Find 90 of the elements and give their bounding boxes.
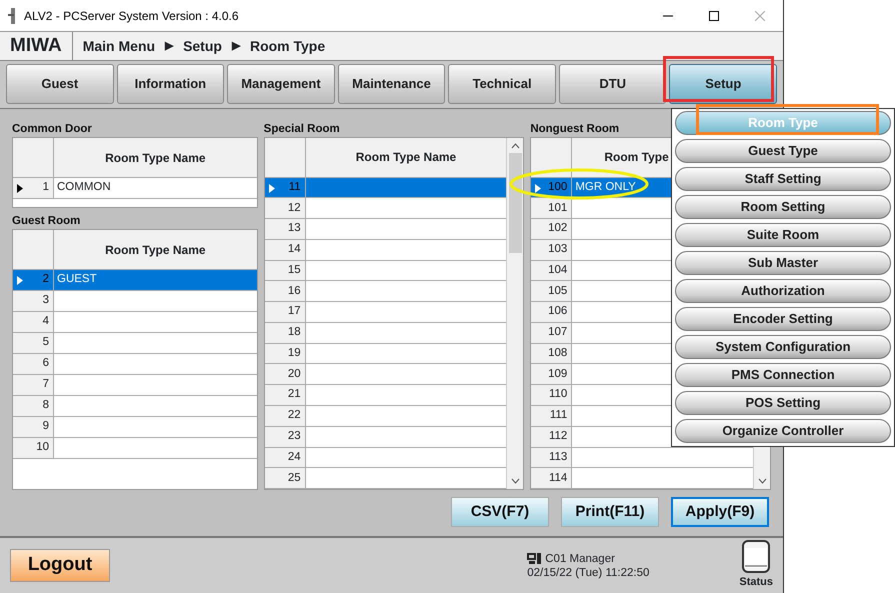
menu-tab[interactable]: Guest bbox=[6, 64, 114, 104]
menu-tab[interactable]: Setup bbox=[669, 64, 778, 104]
table-cell[interactable]: GUEST bbox=[54, 270, 257, 290]
menu-item[interactable]: Encoder Setting bbox=[675, 307, 891, 331]
row-number: 9 bbox=[13, 417, 54, 437]
menu-item[interactable]: PMS Connection bbox=[675, 363, 891, 387]
row-number: 24 bbox=[264, 448, 306, 468]
status-label: Status bbox=[739, 575, 773, 590]
row-number: 18 bbox=[264, 322, 306, 343]
row-number: 22 bbox=[264, 406, 306, 426]
row-number: 25 bbox=[264, 468, 306, 488]
scroll-thumb[interactable] bbox=[508, 153, 522, 253]
row-number: 21 bbox=[264, 385, 306, 405]
breadcrumb-separator: ▶ bbox=[165, 38, 174, 54]
row-number: 104 bbox=[531, 260, 572, 280]
breadcrumb-separator: ▶ bbox=[232, 38, 240, 54]
action-button[interactable]: Print(F11) bbox=[561, 497, 659, 527]
row-number: 105 bbox=[531, 281, 572, 302]
logout-button[interactable]: Logout bbox=[10, 549, 110, 582]
window-title: ALV2 - PCServer System Version : 4.0.6 bbox=[24, 8, 239, 24]
scrollbar[interactable] bbox=[506, 138, 524, 489]
row-number: 1 bbox=[13, 178, 54, 198]
scroll-down-icon[interactable] bbox=[510, 478, 520, 484]
row-number: 102 bbox=[531, 219, 572, 239]
table-cell[interactable] bbox=[306, 178, 506, 198]
breadcrumb-item[interactable]: Setup bbox=[183, 36, 222, 56]
door-lock-icon bbox=[8, 8, 18, 24]
logo: MIWA bbox=[0, 32, 73, 60]
menu-tab[interactable]: DTU bbox=[558, 64, 666, 104]
row-number: 14 bbox=[264, 240, 306, 260]
row-number: 5 bbox=[13, 333, 54, 353]
menu-item[interactable]: Staff Setting bbox=[675, 167, 891, 191]
menu-item[interactable]: Sub Master bbox=[675, 251, 891, 275]
row-number: 114 bbox=[531, 468, 572, 488]
menu-item[interactable]: System Configuration bbox=[675, 335, 891, 359]
section-title: Special Room bbox=[264, 122, 341, 137]
reader-device-icon[interactable] bbox=[740, 540, 772, 574]
action-button[interactable]: Apply(F9) bbox=[671, 497, 769, 527]
scroll-down-icon[interactable] bbox=[758, 478, 766, 484]
row-number: 19 bbox=[264, 344, 306, 364]
table-cell[interactable]: COMMON bbox=[54, 178, 257, 198]
row-number: 12 bbox=[264, 198, 306, 218]
maximize-icon bbox=[709, 10, 719, 20]
menu-tab[interactable]: Information bbox=[116, 64, 224, 104]
menu-item[interactable]: Suite Room bbox=[675, 223, 891, 247]
row-number: 103 bbox=[531, 240, 572, 260]
user-label: C01 Manager bbox=[545, 552, 615, 566]
scroll-up-icon[interactable] bbox=[510, 143, 520, 149]
menu-tab[interactable]: Technical bbox=[448, 64, 556, 104]
menu-item[interactable]: Room Setting bbox=[675, 195, 891, 219]
breadcrumb-item[interactable]: Room Type bbox=[250, 36, 326, 56]
row-number: 15 bbox=[264, 260, 306, 280]
datetime-label: 02/15/22 (Tue) 11:22:50 bbox=[527, 566, 650, 580]
row-number: 20 bbox=[264, 364, 306, 384]
row-number: 4 bbox=[13, 312, 54, 332]
menu-item[interactable]: Authorization bbox=[675, 279, 891, 303]
column-header: Room Type Name bbox=[104, 242, 207, 258]
section-title: Common Door bbox=[12, 122, 93, 137]
row-number: 108 bbox=[531, 344, 572, 364]
row-number: 113 bbox=[531, 448, 572, 468]
computer-icon bbox=[527, 553, 542, 564]
row-number: 106 bbox=[531, 302, 572, 322]
row-number: 6 bbox=[13, 354, 54, 374]
breadcrumb-item[interactable]: Main Menu bbox=[82, 36, 156, 56]
action-button[interactable]: CSV(F7) bbox=[451, 497, 549, 527]
row-number: 101 bbox=[531, 198, 572, 218]
row-number: 111 bbox=[531, 406, 572, 426]
row-number: 109 bbox=[531, 364, 572, 384]
row-number: 112 bbox=[531, 426, 572, 446]
row-number: 10 bbox=[13, 438, 54, 458]
row-number: 16 bbox=[264, 281, 306, 302]
row-number: 11 bbox=[264, 178, 306, 198]
row-number: 8 bbox=[13, 396, 54, 416]
row-number: 2 bbox=[13, 270, 54, 290]
section-title: Guest Room bbox=[12, 214, 82, 229]
row-number: 107 bbox=[531, 322, 572, 343]
row-number: 17 bbox=[264, 302, 306, 322]
menu-item[interactable]: Organize Controller bbox=[675, 419, 891, 443]
row-number: 3 bbox=[13, 291, 54, 311]
menu-item[interactable]: POS Setting bbox=[675, 391, 891, 415]
row-number: 110 bbox=[531, 385, 572, 405]
menu-item[interactable]: Guest Type bbox=[675, 139, 891, 163]
menu-tab[interactable]: Management bbox=[227, 64, 335, 104]
column-header: Room Type Name bbox=[354, 149, 458, 166]
row-number: 23 bbox=[264, 426, 306, 446]
menu-tab[interactable]: Maintenance bbox=[338, 64, 446, 104]
row-number: 7 bbox=[13, 375, 54, 395]
close-icon bbox=[755, 10, 765, 20]
column-header: Room Type Name bbox=[104, 150, 207, 166]
row-number: 13 bbox=[264, 219, 306, 239]
